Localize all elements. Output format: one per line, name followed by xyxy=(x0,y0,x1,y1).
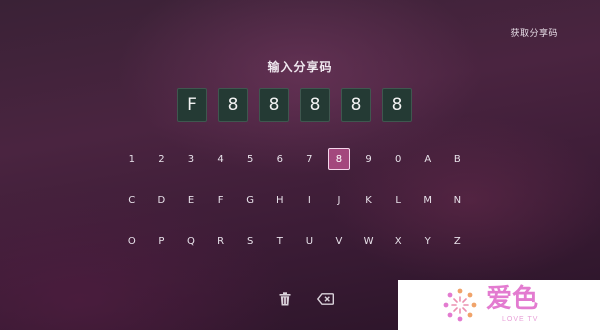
on-screen-keyboard: 1 2 3 4 5 6 7 8 9 0 A B C D E F G H I J … xyxy=(117,146,473,269)
selected-key-face: 8 xyxy=(327,148,350,170)
keyboard-row: O P Q R S T U V W X Y Z xyxy=(117,228,473,254)
code-box: 8 xyxy=(300,88,330,122)
keyboard-actions xyxy=(276,291,334,307)
key-v[interactable]: V xyxy=(324,228,354,254)
key-q[interactable]: Q xyxy=(176,228,206,254)
backspace-icon xyxy=(316,293,334,305)
key-t[interactable]: T xyxy=(265,228,295,254)
trash-icon xyxy=(279,292,291,306)
get-share-code-link[interactable]: 获取分享码 xyxy=(510,26,558,39)
key-3[interactable]: 3 xyxy=(176,146,206,172)
keyboard-row: 1 2 3 4 5 6 7 8 9 0 A B xyxy=(117,146,473,172)
key-y[interactable]: Y xyxy=(413,228,443,254)
key-n[interactable]: N xyxy=(443,187,473,213)
key-w[interactable]: W xyxy=(354,228,384,254)
key-x[interactable]: X xyxy=(383,228,413,254)
key-o[interactable]: O xyxy=(117,228,147,254)
key-5[interactable]: 5 xyxy=(235,146,265,172)
key-u[interactable]: U xyxy=(295,228,325,254)
page-title: 输入分享码 xyxy=(267,60,333,74)
key-b[interactable]: B xyxy=(443,146,473,172)
sunburst-icon xyxy=(443,288,477,322)
key-a[interactable]: A xyxy=(413,146,443,172)
clear-button[interactable] xyxy=(276,291,294,307)
key-p[interactable]: P xyxy=(147,228,177,254)
key-8-selected[interactable]: 8 xyxy=(324,146,354,172)
key-d[interactable]: D xyxy=(147,187,177,213)
code-box: 8 xyxy=(341,88,371,122)
brand-watermark: 爱色 LOVE TV xyxy=(398,280,600,330)
keyboard-row: C D E F G H I J K L M N xyxy=(117,187,473,213)
key-2[interactable]: 2 xyxy=(147,146,177,172)
key-f[interactable]: F xyxy=(206,187,236,213)
code-box: F xyxy=(177,88,207,122)
key-s[interactable]: S xyxy=(235,228,265,254)
key-h[interactable]: H xyxy=(265,187,295,213)
key-9[interactable]: 9 xyxy=(354,146,384,172)
key-l[interactable]: L xyxy=(383,187,413,213)
code-box: 8 xyxy=(382,88,412,122)
key-m[interactable]: M xyxy=(413,187,443,213)
key-1[interactable]: 1 xyxy=(117,146,147,172)
brand-subtitle: LOVE TV xyxy=(502,316,539,323)
key-k[interactable]: K xyxy=(354,187,384,213)
key-r[interactable]: R xyxy=(206,228,236,254)
key-0[interactable]: 0 xyxy=(383,146,413,172)
key-z[interactable]: Z xyxy=(443,228,473,254)
code-box: 8 xyxy=(218,88,248,122)
backspace-button[interactable] xyxy=(316,291,334,307)
key-e[interactable]: E xyxy=(176,187,206,213)
key-i[interactable]: I xyxy=(295,187,325,213)
key-c[interactable]: C xyxy=(117,187,147,213)
key-4[interactable]: 4 xyxy=(206,146,236,172)
key-7[interactable]: 7 xyxy=(295,146,325,172)
brand-name: 爱色 xyxy=(486,284,539,314)
code-box: 8 xyxy=(259,88,289,122)
key-6[interactable]: 6 xyxy=(265,146,295,172)
key-j[interactable]: J xyxy=(324,187,354,213)
share-code-display: F 8 8 8 8 8 xyxy=(177,88,412,122)
key-g[interactable]: G xyxy=(235,187,265,213)
